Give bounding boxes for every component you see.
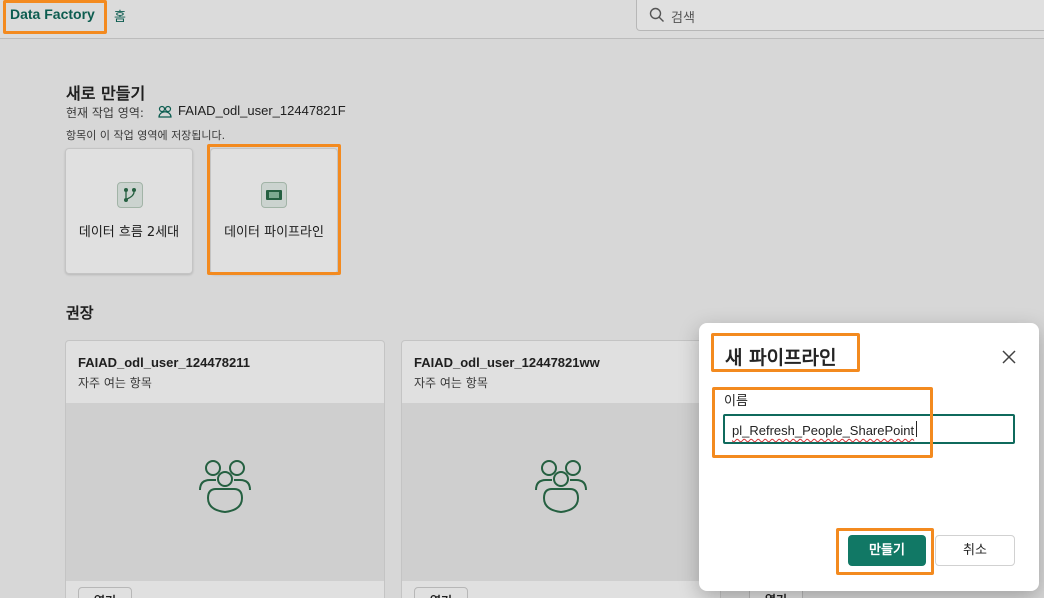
close-icon[interactable] xyxy=(999,347,1019,367)
name-input-value: pl_Refresh_People_SharePoint xyxy=(732,423,915,438)
name-field-label: 이름 xyxy=(724,394,748,409)
dialog-title: 새 파이프라인 xyxy=(725,347,837,369)
create-button[interactable]: 만들기 xyxy=(848,535,926,566)
name-input[interactable]: pl_Refresh_People_SharePoint xyxy=(723,414,1015,444)
new-pipeline-dialog: 새 파이프라인 이름 pl_Refresh_People_SharePoint … xyxy=(699,323,1039,591)
cancel-button[interactable]: 취소 xyxy=(935,535,1015,566)
text-caret xyxy=(916,421,917,437)
